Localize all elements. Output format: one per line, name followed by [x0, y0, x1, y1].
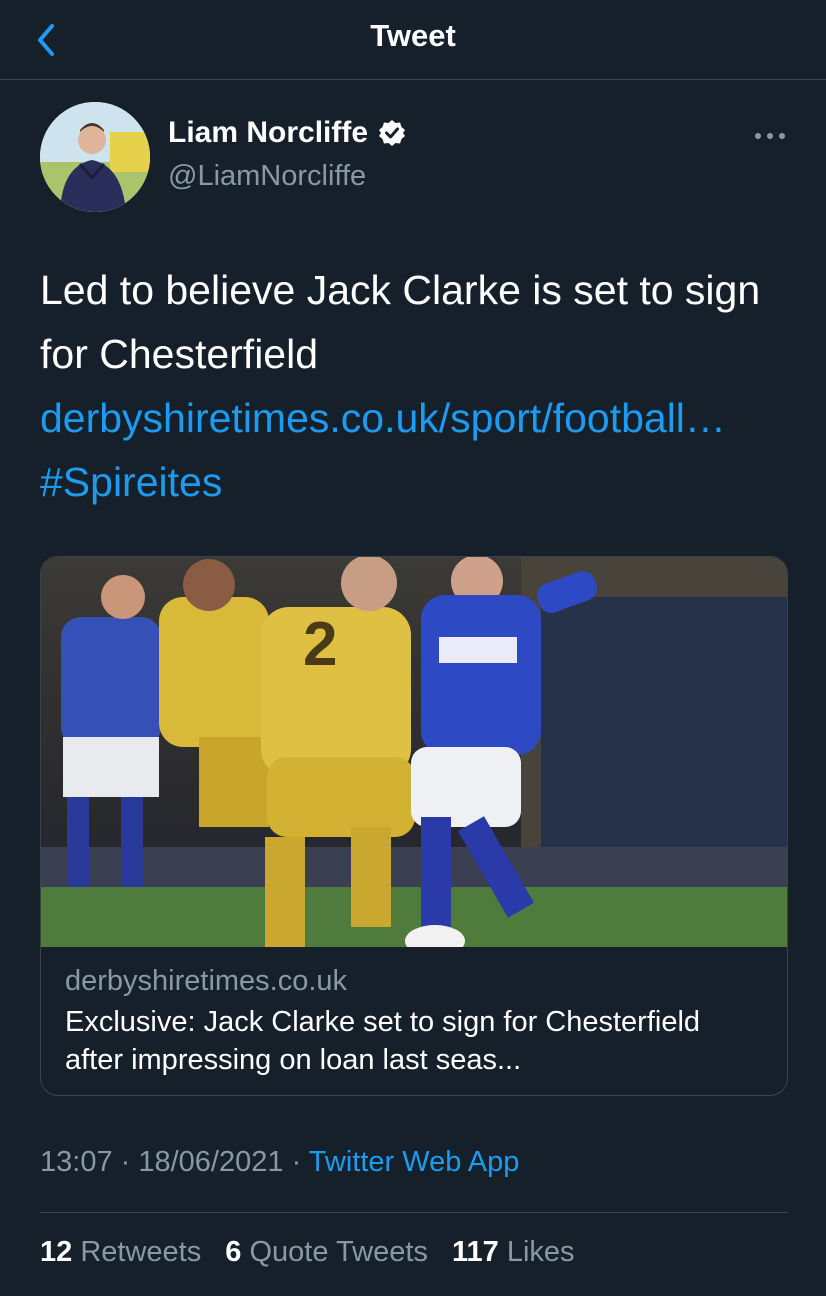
tweet-metadata: 13:07 · 18/06/2021 · Twitter Web App: [40, 1146, 519, 1179]
author-handle[interactable]: @LiamNorcliffe: [168, 160, 366, 193]
quote-tweets-stat[interactable]: 6 Quote Tweets: [225, 1236, 428, 1268]
link-preview-card[interactable]: 2 derbyshiretimes.co.uk Exclusive: Jack …: [40, 556, 788, 1096]
quote-tweets-count: 6: [225, 1236, 242, 1268]
author-name[interactable]: Liam Norcliffe: [168, 116, 406, 150]
tweet-time: 13:07: [40, 1146, 113, 1178]
quote-tweets-label: Quote Tweets: [249, 1236, 428, 1268]
top-bar: Tweet: [0, 0, 826, 80]
svg-text:2: 2: [303, 610, 337, 679]
more-options-button[interactable]: [752, 126, 788, 146]
likes-label: Likes: [506, 1236, 575, 1268]
tweet-body: Led to believe Jack Clarke is set to sig…: [40, 258, 800, 514]
tweet-link[interactable]: derbyshiretimes.co.uk/sport/football…: [40, 386, 800, 450]
retweets-stat[interactable]: 12 Retweets: [40, 1236, 201, 1268]
card-title: Exclusive: Jack Clarke set to sign for C…: [65, 1006, 701, 1076]
football-match-photo: 2: [41, 557, 787, 947]
meta-separator: ·: [112, 1146, 139, 1178]
tweet-text: Led to believe Jack Clarke is set to sig…: [40, 267, 761, 377]
more-horizontal-icon: [755, 133, 785, 139]
hashtag-link[interactable]: #Spireites: [40, 450, 800, 514]
meta-separator-2: ·: [283, 1146, 309, 1178]
author-name-text: Liam Norcliffe: [168, 116, 369, 149]
engagement-stats: 12 Retweets 6 Quote Tweets 117 Likes: [40, 1236, 591, 1269]
card-domain: derbyshiretimes.co.uk: [65, 965, 348, 997]
tweet-source-link[interactable]: Twitter Web App: [309, 1146, 520, 1178]
avatar[interactable]: [40, 102, 150, 212]
retweets-count: 12: [40, 1236, 73, 1268]
divider: [40, 1212, 788, 1213]
verified-badge-icon: [379, 120, 406, 146]
retweets-label: Retweets: [80, 1236, 202, 1268]
page-title: Tweet: [370, 18, 456, 53]
tweet-date: 18/06/2021: [138, 1146, 284, 1178]
likes-stat[interactable]: 117 Likes: [452, 1236, 575, 1268]
likes-count: 117: [451, 1236, 499, 1268]
